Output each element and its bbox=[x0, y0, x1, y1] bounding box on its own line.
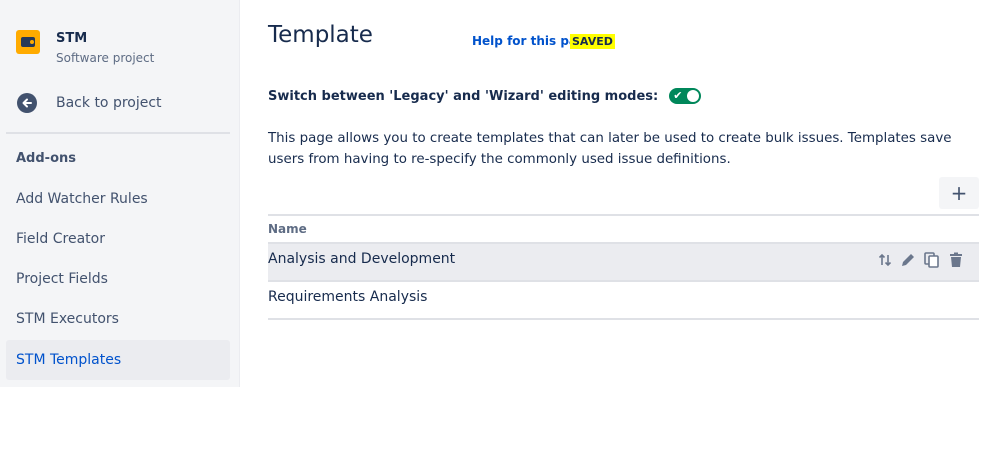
row-actions bbox=[871, 251, 965, 273]
sort-icon[interactable] bbox=[877, 252, 893, 272]
back-to-project-label: Back to project bbox=[56, 95, 162, 111]
sidebar-item-project-fields[interactable]: Project Fields bbox=[6, 259, 230, 299]
mode-switch-row: Switch between 'Legacy' and 'Wizard' edi… bbox=[268, 88, 702, 104]
saved-badge: SAVED bbox=[570, 34, 615, 49]
sidebar-item-add-watcher-rules[interactable]: Add Watcher Rules bbox=[6, 179, 230, 219]
project-icon bbox=[16, 30, 40, 54]
sidebar-section-title: Add-ons bbox=[16, 151, 76, 166]
page-description: This page allows you to create templates… bbox=[268, 131, 952, 167]
column-header-name: Name bbox=[268, 222, 307, 236]
templates-table: Name Analysis and Development Requiremen… bbox=[268, 214, 979, 320]
page-title: Template bbox=[268, 22, 373, 48]
add-template-button[interactable]: + bbox=[939, 177, 979, 209]
toggle-knob bbox=[687, 90, 700, 102]
check-icon: ✔ bbox=[673, 89, 683, 102]
copy-icon[interactable] bbox=[923, 251, 941, 273]
project-name: STM bbox=[56, 31, 88, 46]
mode-switch-label: Switch between 'Legacy' and 'Wizard' edi… bbox=[268, 88, 659, 104]
sidebar-item-field-creator[interactable]: Field Creator bbox=[6, 219, 230, 259]
project-type: Software project bbox=[56, 51, 155, 65]
table-row[interactable]: Requirements Analysis bbox=[268, 280, 979, 320]
trash-icon[interactable] bbox=[947, 251, 965, 273]
pencil-icon[interactable] bbox=[899, 251, 917, 273]
sidebar-item-stm-executors[interactable]: STM Executors bbox=[6, 299, 230, 339]
sidebar-item-stm-templates[interactable]: STM Templates bbox=[6, 340, 230, 380]
arrow-left-icon bbox=[17, 93, 37, 113]
template-name: Requirements Analysis bbox=[268, 289, 428, 305]
sidebar: STM Software project Back to project Add… bbox=[0, 0, 240, 387]
back-to-project-link[interactable]: Back to project bbox=[17, 93, 162, 113]
table-row[interactable]: Analysis and Development bbox=[268, 242, 979, 280]
sidebar-divider bbox=[6, 132, 230, 134]
project-header: STM Software project bbox=[16, 30, 154, 66]
mode-toggle[interactable]: ✔ bbox=[669, 88, 702, 104]
table-header: Name bbox=[268, 214, 979, 242]
